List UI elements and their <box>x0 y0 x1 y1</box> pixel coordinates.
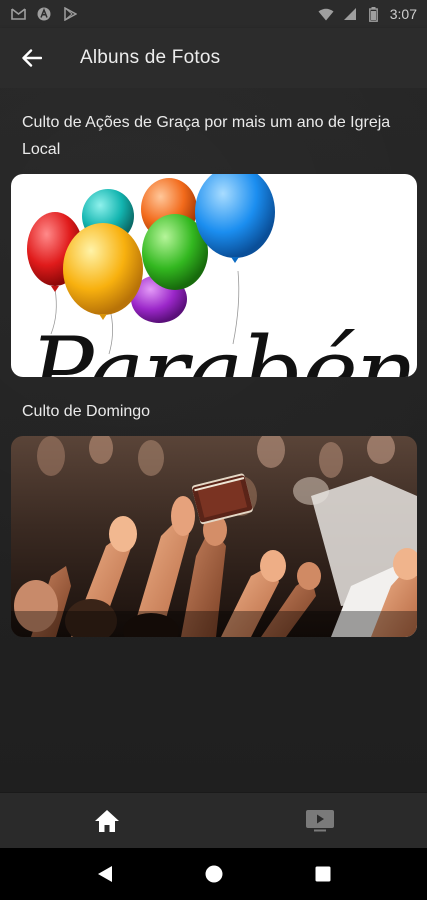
a-icon <box>36 7 52 21</box>
home-icon <box>94 809 119 832</box>
recents-square-icon <box>315 866 330 882</box>
home-circle-icon <box>205 865 222 883</box>
balloons-image: Parabéns! <box>27 174 417 377</box>
system-home-button[interactable] <box>194 854 234 894</box>
album-title: Culto de Domingo <box>22 403 151 420</box>
back-triangle-icon <box>97 866 112 882</box>
signal-icon <box>342 7 358 21</box>
system-recents-button[interactable] <box>303 854 343 894</box>
status-bar: 3:07 <box>0 0 427 28</box>
worship-crowd-image <box>11 436 417 637</box>
album-cover-image[interactable]: Parabéns! <box>11 174 417 377</box>
system-navigation-bar <box>0 848 427 900</box>
album-title: Culto de Ações de Graça por mais um ano … <box>22 114 391 158</box>
battery-icon <box>366 6 382 22</box>
album-cover-image[interactable] <box>11 436 417 637</box>
nav-video[interactable] <box>214 793 427 848</box>
album-list: Culto de Ações de Graça por mais um ano … <box>0 88 427 792</box>
status-right-icons: 3:07 <box>318 6 417 22</box>
status-time: 3:07 <box>389 6 417 22</box>
play-store-icon <box>62 7 78 21</box>
arrow-left-icon <box>22 49 42 67</box>
video-icon <box>306 809 335 831</box>
back-button[interactable] <box>6 32 58 84</box>
nav-home[interactable] <box>0 793 214 848</box>
wifi-icon <box>318 7 334 21</box>
system-back-button[interactable] <box>85 854 125 894</box>
status-left-icons <box>10 7 78 21</box>
gmail-icon <box>10 7 26 21</box>
bottom-navigation <box>0 792 427 848</box>
app-bar: Albuns de Fotos <box>0 28 427 88</box>
congrats-script-text: Parabéns! <box>27 317 417 377</box>
page-title: Albuns de Fotos <box>80 47 221 68</box>
